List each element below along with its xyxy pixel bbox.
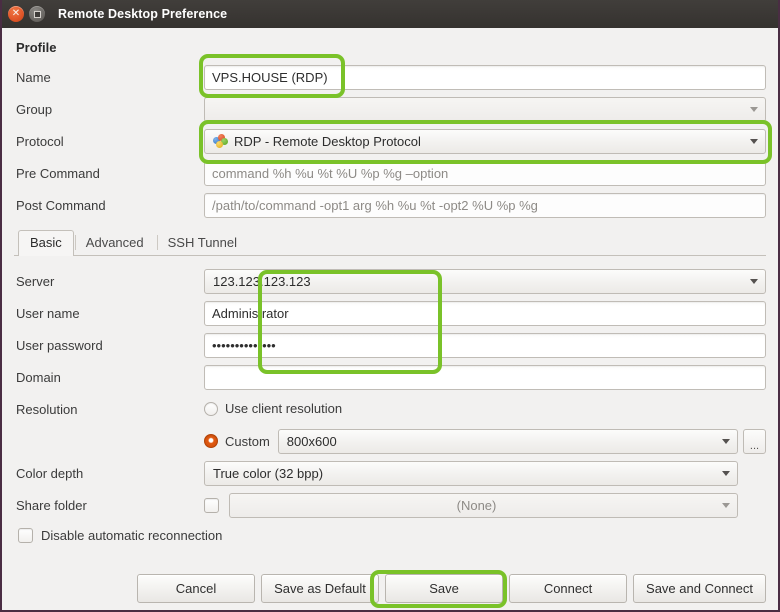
dialog-action-bar: Cancel Save as Default Save Connect Save…	[14, 574, 766, 603]
resolution-custom-wrap: Custom 800x600 ...	[204, 428, 766, 454]
color-depth-field-wrap: True color (32 bpp)	[204, 460, 738, 486]
server-value: 123.123.123.123	[213, 273, 311, 289]
server-field-wrap: 123.123.123.123	[204, 268, 766, 294]
color-depth-label: Color depth	[16, 465, 84, 481]
tab-advanced[interactable]: Advanced	[74, 230, 156, 255]
username-label: User name	[16, 305, 80, 321]
share-folder-value: (None)	[456, 497, 497, 513]
resolution-browse-button[interactable]: ...	[743, 428, 766, 454]
protocol-label: Protocol	[16, 133, 64, 149]
disable-reconnect-label: Disable automatic reconnection	[41, 528, 223, 543]
remote-desktop-preference-window: ✕ Remote Desktop Preference Profile Name…	[0, 0, 780, 612]
server-label: Server	[16, 273, 55, 289]
tab-ssh-tunnel[interactable]: SSH Tunnel	[156, 230, 249, 255]
window-title: Remote Desktop Preference	[58, 7, 228, 21]
radio-custom-resolution[interactable]: Custom	[204, 429, 278, 453]
pre-command-label: Pre Command	[16, 165, 100, 181]
save-and-connect-button[interactable]: Save and Connect	[633, 574, 766, 603]
color-depth-combo[interactable]: True color (32 bpp)	[204, 460, 738, 486]
disable-reconnect-row[interactable]: Disable automatic reconnection	[14, 528, 766, 543]
row-color-depth: Color depth True color (32 bpp)	[14, 460, 766, 486]
settings-notebook: Basic Advanced SSH Tunnel Server 123.123…	[14, 230, 766, 543]
protocol-combo[interactable]: RDP - Remote Desktop Protocol	[204, 128, 766, 154]
chevron-down-icon	[750, 279, 758, 284]
chevron-down-icon	[722, 471, 730, 476]
save-as-default-button[interactable]: Save as Default	[261, 574, 380, 603]
radio-icon-custom	[204, 434, 218, 448]
share-folder-combo[interactable]: (None)	[229, 492, 738, 518]
maximize-glyph	[33, 10, 41, 18]
chevron-down-icon	[750, 107, 758, 112]
custom-resolution-combo[interactable]: 800x600	[277, 428, 738, 454]
username-input[interactable]: Administrator	[204, 300, 766, 326]
resolution-client-wrap: Use client resolution	[204, 397, 766, 422]
dialog-content: Profile Name VPS.HOUSE (RDP) Group Proto…	[2, 28, 778, 610]
radio-use-client-resolution[interactable]: Use client resolution	[204, 397, 766, 421]
name-label: Name	[16, 69, 51, 85]
password-input[interactable]: ••••••••••••••	[204, 332, 766, 358]
use-client-resolution-label: Use client resolution	[225, 401, 343, 416]
username-field-wrap: Administrator	[204, 300, 766, 326]
remmina-protocol-icon	[213, 133, 228, 149]
server-combo[interactable]: 123.123.123.123	[204, 268, 766, 294]
share-folder-label: Share folder	[16, 497, 87, 513]
tabstrip: Basic Advanced SSH Tunnel	[14, 230, 766, 256]
tabpage-basic: Server 123.123.123.123 User name Adminis…	[14, 256, 766, 543]
resolution-label: Resolution	[16, 401, 78, 417]
custom-resolution-label: Custom	[225, 433, 270, 449]
chevron-down-icon	[750, 139, 758, 144]
domain-input[interactable]	[204, 364, 766, 390]
maximize-icon[interactable]	[29, 6, 45, 22]
group-combo[interactable]	[204, 96, 766, 122]
profile-section-title: Profile	[16, 40, 57, 55]
disable-reconnect-checkbox[interactable]	[18, 528, 33, 543]
window-titlebar: ✕ Remote Desktop Preference	[2, 0, 778, 28]
row-share-folder: Share folder (None)	[14, 492, 766, 518]
row-resolution-custom: Custom 800x600 ...	[14, 428, 766, 454]
group-field-wrap	[204, 96, 766, 122]
radio-icon-client	[204, 401, 218, 416]
row-name: Name VPS.HOUSE (RDP)	[14, 64, 766, 90]
custom-resolution-combo-wrap: 800x600	[277, 428, 738, 454]
chevron-down-icon	[722, 503, 730, 508]
row-resolution: Resolution Use client resolution	[14, 396, 766, 422]
row-password: User password ••••••••••••••	[14, 332, 766, 358]
domain-label: Domain	[16, 369, 61, 385]
pre-command-field-wrap: command %h %u %t %U %p %g –option	[204, 160, 766, 186]
password-label: User password	[16, 337, 103, 353]
share-folder-combo-wrap: (None)	[229, 492, 738, 518]
post-command-label: Post Command	[16, 197, 106, 213]
name-input[interactable]: VPS.HOUSE (RDP)	[204, 64, 766, 90]
protocol-value: RDP - Remote Desktop Protocol	[234, 133, 421, 149]
chevron-down-icon	[722, 439, 730, 444]
row-pre-command: Pre Command command %h %u %t %U %p %g –o…	[14, 160, 766, 186]
password-field-wrap: ••••••••••••••	[204, 332, 766, 358]
domain-field-wrap	[204, 364, 766, 390]
row-protocol: Protocol RDP - Remote Desktop Protocol	[14, 128, 766, 154]
name-field-wrap: VPS.HOUSE (RDP)	[204, 64, 766, 90]
share-folder-field-wrap: (None)	[204, 492, 738, 518]
row-group: Group	[14, 96, 766, 122]
save-button[interactable]: Save	[385, 574, 504, 603]
row-post-command: Post Command /path/to/command -opt1 arg …	[14, 192, 766, 218]
row-server: Server 123.123.123.123	[14, 268, 766, 294]
share-folder-checkbox[interactable]	[204, 497, 219, 513]
cancel-button[interactable]: Cancel	[137, 574, 256, 603]
tab-basic[interactable]: Basic	[18, 230, 74, 256]
connect-button[interactable]: Connect	[509, 574, 628, 603]
post-command-field-wrap: /path/to/command -opt1 arg %h %u %t -opt…	[204, 192, 766, 218]
custom-resolution-value: 800x600	[286, 433, 337, 449]
pre-command-input[interactable]: command %h %u %t %U %p %g –option	[204, 160, 766, 186]
row-username: User name Administrator	[14, 300, 766, 326]
color-depth-value: True color (32 bpp)	[213, 465, 324, 481]
group-label: Group	[16, 101, 53, 117]
protocol-field-wrap: RDP - Remote Desktop Protocol	[204, 128, 766, 154]
close-icon[interactable]: ✕	[8, 6, 24, 22]
row-domain: Domain	[14, 364, 766, 390]
post-command-input[interactable]: /path/to/command -opt1 arg %h %u %t -opt…	[204, 192, 766, 218]
